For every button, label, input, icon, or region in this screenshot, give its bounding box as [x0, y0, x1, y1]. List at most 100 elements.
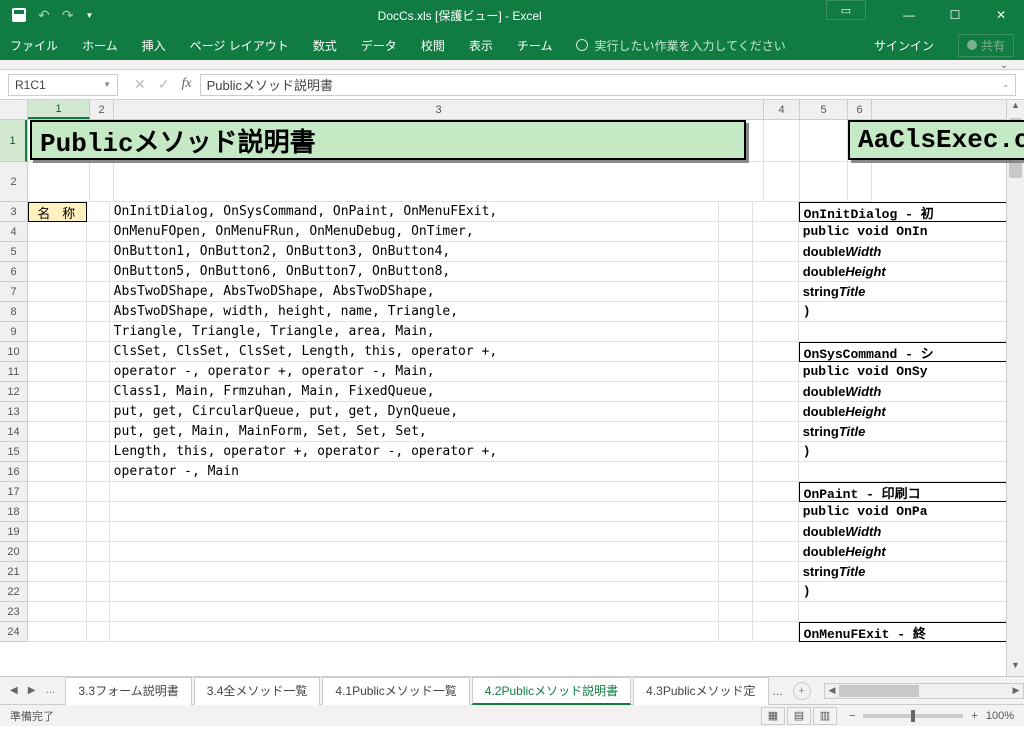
ribbon-tab-data[interactable]: データ	[361, 37, 397, 54]
zoom-in-icon[interactable]: +	[971, 710, 977, 722]
cell[interactable]	[719, 562, 753, 582]
code-cell[interactable]: string Title	[799, 282, 1006, 302]
hscrollbar-thumb[interactable]	[839, 685, 919, 697]
zoom-slider[interactable]	[863, 714, 963, 718]
tab-nav-prev-icon[interactable]: ◀	[10, 685, 18, 696]
cell[interactable]	[90, 162, 114, 202]
sheet-tab[interactable]: 4.1Publicメソッド一覧	[322, 677, 469, 705]
cell[interactable]	[753, 442, 799, 462]
cell[interactable]	[764, 162, 800, 202]
col-header-2[interactable]: 2	[90, 100, 114, 119]
doc-title[interactable]: Publicメソッド説明書	[30, 120, 746, 160]
tab-nav-next-icon[interactable]: ▶	[28, 685, 36, 696]
horizontal-scrollbar[interactable]: ◀ ▶	[824, 683, 1024, 699]
cell[interactable]	[719, 602, 753, 622]
method-list-cell[interactable]	[110, 582, 719, 602]
qat-dropdown-icon[interactable]: ▼	[85, 11, 93, 20]
cell[interactable]	[753, 482, 799, 502]
tab-nav[interactable]: ◀ ▶ …	[0, 685, 65, 696]
code-cell[interactable]: OnSysCommand - シ	[799, 342, 1006, 362]
cell[interactable]	[87, 542, 110, 562]
cell[interactable]	[87, 522, 110, 542]
sheet-tab[interactable]: 4.3Publicメソッド定	[633, 677, 768, 705]
sheet-tab[interactable]: 3.3フォーム説明書	[65, 677, 191, 705]
code-cell[interactable]	[799, 322, 1006, 342]
cell[interactable]	[28, 222, 87, 242]
cell[interactable]	[753, 602, 799, 622]
method-list-cell[interactable]	[110, 522, 719, 542]
row-header-23[interactable]: 23	[0, 602, 27, 622]
worksheet-grid[interactable]: 1 2 3 4 5 6 1234567891011121314151617181…	[0, 100, 1024, 676]
code-cell[interactable]: OnPaint - 印刷コ	[799, 482, 1006, 502]
method-list-cell[interactable]: Length, this, operator +, operator -, op…	[110, 442, 719, 462]
method-list-cell[interactable]: operator -, operator +, operator -, Main…	[110, 362, 719, 382]
cell[interactable]	[719, 362, 753, 382]
formula-input[interactable]: Publicメソッド説明書 ⌄	[200, 74, 1016, 96]
method-list-cell[interactable]	[110, 482, 719, 502]
ribbon-tab-page-layout[interactable]: ページ レイアウト	[190, 37, 289, 54]
cell[interactable]	[719, 482, 753, 502]
col-header-6[interactable]: 6	[848, 100, 872, 119]
tab-more-ellipsis[interactable]: ...	[769, 684, 787, 698]
cell[interactable]	[87, 482, 110, 502]
cell[interactable]	[753, 222, 799, 242]
cell[interactable]	[87, 402, 110, 422]
method-list-cell[interactable]: put, get, CircularQueue, put, get, DynQu…	[110, 402, 719, 422]
col-header-4[interactable]: 4	[764, 100, 800, 119]
ribbon-tab-view[interactable]: 表示	[469, 37, 493, 54]
cell[interactable]	[28, 622, 87, 642]
ribbon-expand-icon[interactable]: ⌄	[1000, 60, 1008, 69]
code-cell[interactable]: double Width	[799, 242, 1006, 262]
cell[interactable]	[28, 522, 87, 542]
cell[interactable]	[28, 162, 90, 202]
col-header-5[interactable]: 5	[800, 100, 848, 119]
cell[interactable]	[28, 302, 87, 322]
code-cell[interactable]: OnMenuFExit - 終	[799, 622, 1006, 642]
cell[interactable]	[87, 502, 110, 522]
formula-expand-icon[interactable]: ⌄	[1002, 80, 1009, 89]
code-cell[interactable]: )	[799, 442, 1006, 462]
cell[interactable]	[28, 482, 87, 502]
fx-icon[interactable]: fx	[181, 76, 191, 93]
tab-nav-ellipsis[interactable]: …	[45, 685, 55, 696]
code-cell[interactable]: double Height	[799, 402, 1006, 422]
cell[interactable]	[753, 342, 799, 362]
ribbon-tab-team[interactable]: チーム	[517, 37, 553, 54]
scroll-down-icon[interactable]: ▼	[1007, 660, 1024, 676]
code-cell[interactable]: public void OnSy	[799, 362, 1006, 382]
sheet-tab[interactable]: 3.4全メソッド一覧	[194, 677, 321, 705]
row-header-14[interactable]: 14	[0, 422, 27, 442]
cell[interactable]	[719, 282, 753, 302]
row-header-13[interactable]: 13	[0, 402, 27, 422]
cell[interactable]	[28, 542, 87, 562]
code-cell[interactable]: public void OnPa	[799, 502, 1006, 522]
sheet-tab[interactable]: 4.2Publicメソッド説明書	[472, 677, 631, 705]
maximize-button[interactable]: ☐	[932, 0, 978, 30]
cell[interactable]	[753, 502, 799, 522]
cell[interactable]	[719, 442, 753, 462]
cell[interactable]	[753, 202, 799, 222]
ribbon-display-icon[interactable]: ▭	[826, 0, 866, 20]
col-header-3[interactable]: 3	[114, 100, 764, 119]
code-cell[interactable]: )	[799, 302, 1006, 322]
cell[interactable]	[753, 422, 799, 442]
row-header-8[interactable]: 8	[0, 302, 27, 322]
method-list-cell[interactable]: OnButton5, OnButton6, OnButton7, OnButto…	[110, 262, 719, 282]
cell[interactable]	[28, 342, 87, 362]
scroll-right-icon[interactable]: ▶	[1009, 685, 1023, 696]
col-header-1[interactable]: 1	[28, 100, 90, 119]
method-list-cell[interactable]: ClsSet, ClsSet, ClsSet, Length, this, op…	[110, 342, 719, 362]
code-cell[interactable]	[799, 602, 1006, 622]
code-cell[interactable]: double Height	[799, 262, 1006, 282]
row-header-21[interactable]: 21	[0, 562, 27, 582]
row-header-3[interactable]: 3	[0, 202, 27, 222]
cell[interactable]	[28, 582, 87, 602]
method-list-cell[interactable]: Triangle, Triangle, Triangle, area, Main…	[110, 322, 719, 342]
cell[interactable]	[87, 622, 110, 642]
cell[interactable]	[719, 202, 753, 222]
row-header-2[interactable]: 2	[0, 162, 27, 202]
cell[interactable]	[753, 382, 799, 402]
method-list-cell[interactable]: AbsTwoDShape, width, height, name, Trian…	[110, 302, 719, 322]
cell[interactable]	[753, 322, 799, 342]
name-box-dropdown-icon[interactable]: ▼	[103, 80, 111, 89]
